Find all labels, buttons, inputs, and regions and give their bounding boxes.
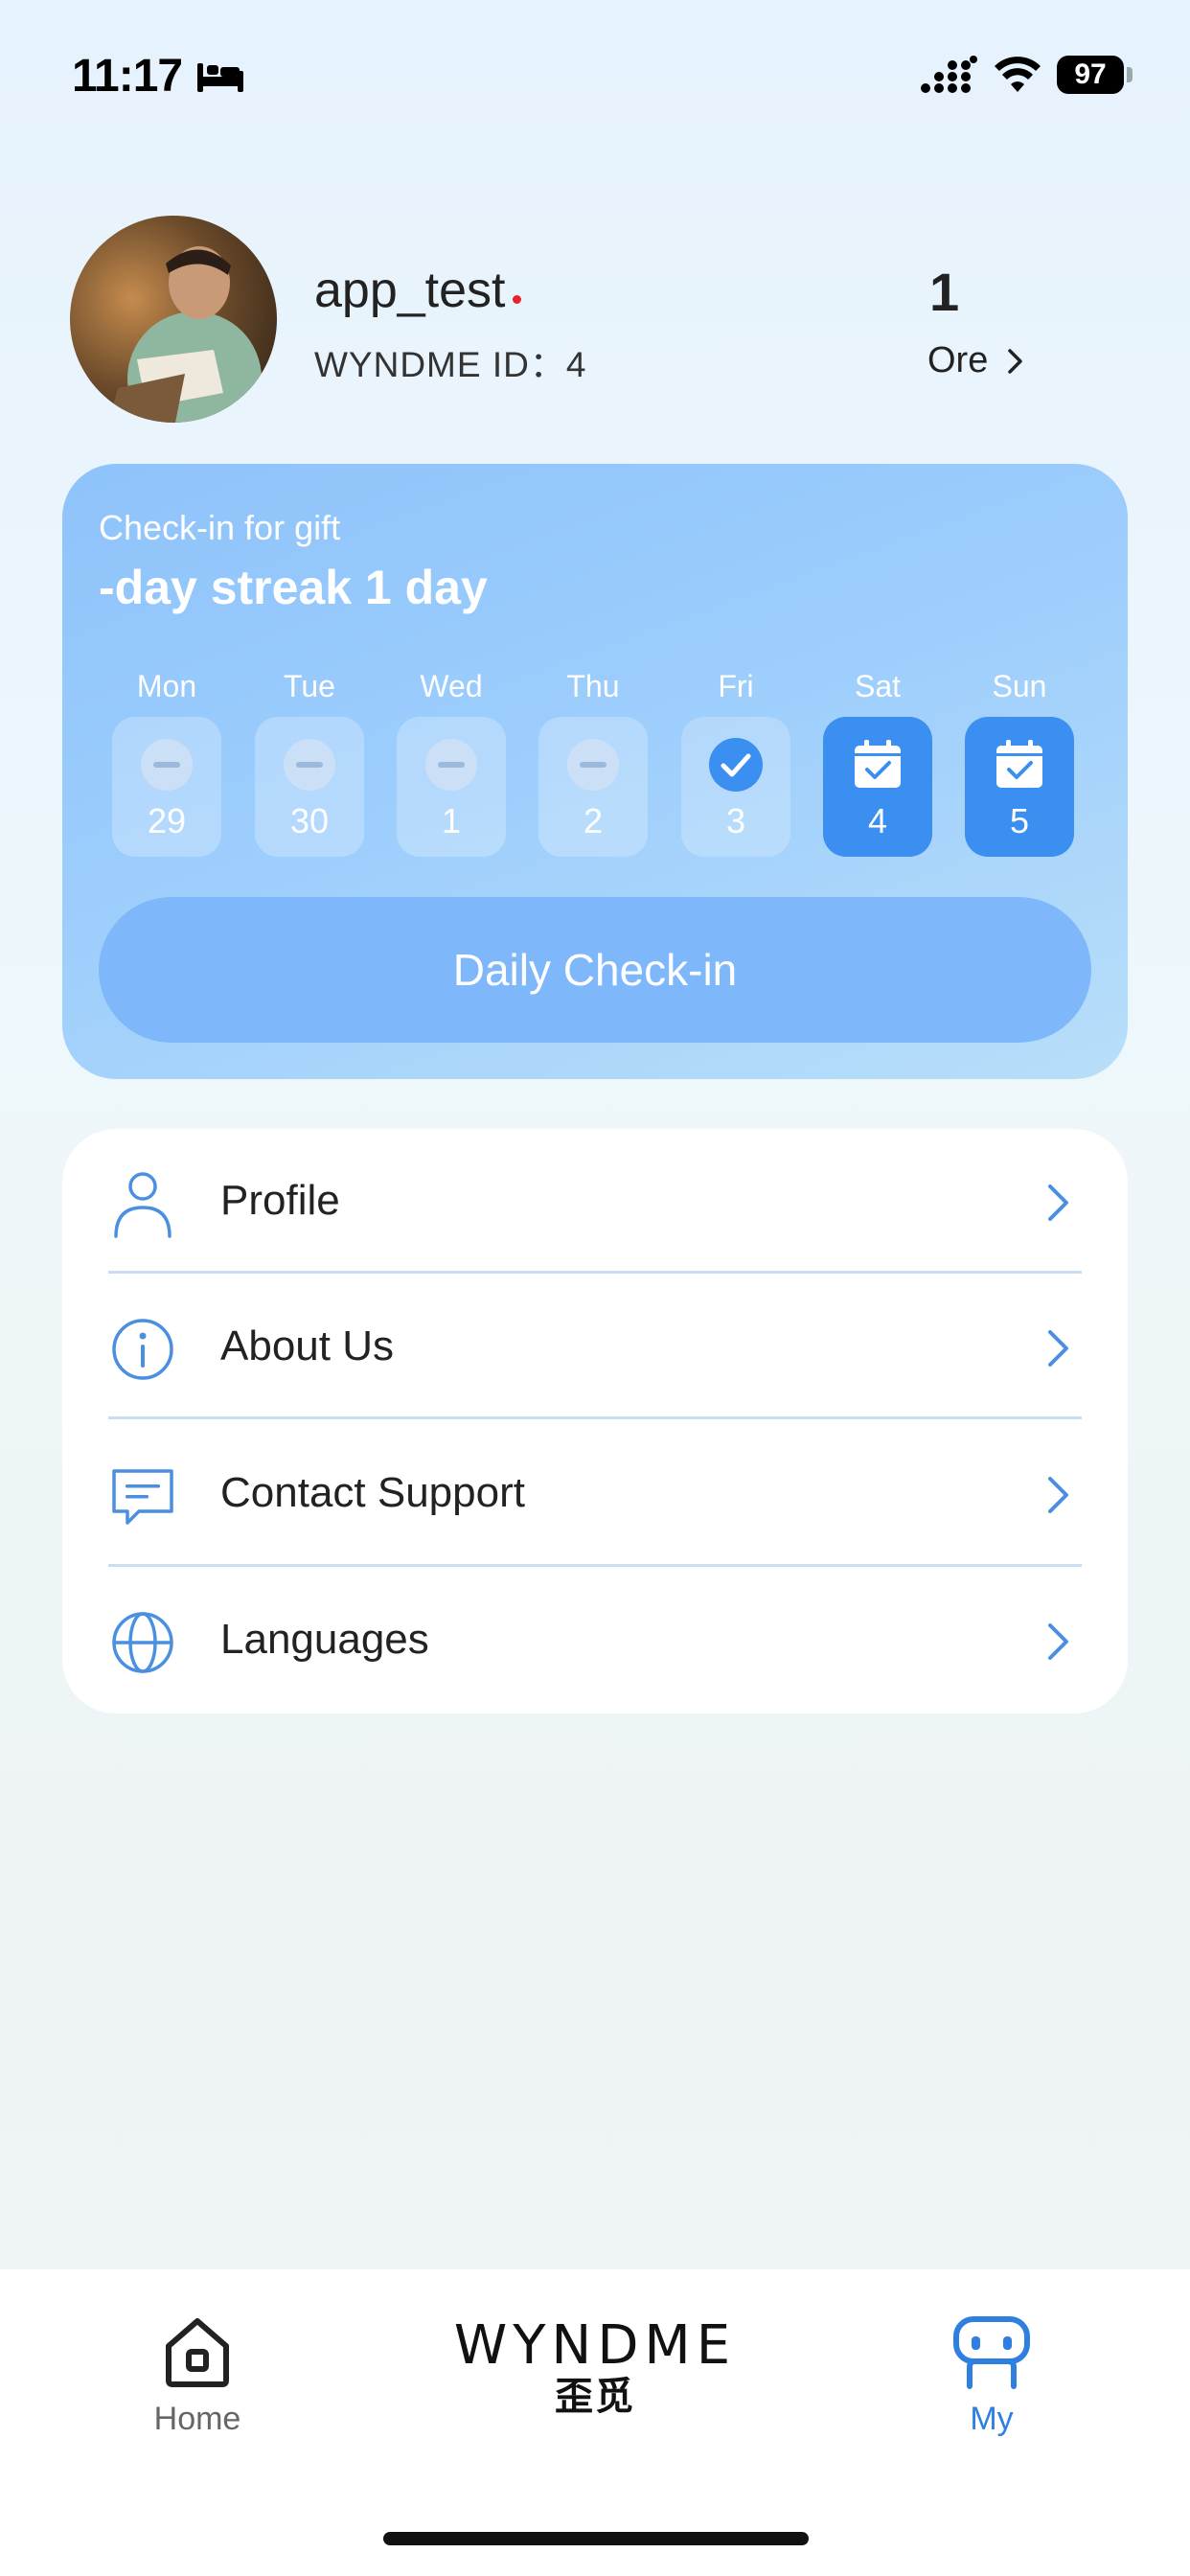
day-name: Mon — [136, 669, 197, 703]
menu-item-label: About Us — [220, 1322, 394, 1369]
globe-icon — [112, 1612, 173, 1673]
day-sun: Sun 5 — [965, 669, 1074, 857]
menu-item-languages[interactable]: Languages — [62, 1568, 1128, 1714]
user-id-label: WYNDME ID： — [314, 345, 566, 384]
day-number: 30 — [289, 801, 330, 840]
sleep-focus-icon — [197, 63, 243, 92]
divider — [108, 1416, 1082, 1419]
day-tue: Tue 30 — [255, 669, 364, 857]
avatar[interactable] — [70, 216, 277, 423]
menu-item-contact-support[interactable]: Contact Support — [62, 1421, 1128, 1567]
missed-icon — [284, 739, 335, 791]
day-mon: Mon 29 — [112, 669, 221, 857]
menu-item-profile[interactable]: Profile — [62, 1129, 1128, 1275]
brand-name: WYNDME — [453, 2314, 737, 2377]
day-tile[interactable]: 3 — [681, 717, 790, 857]
status-time: 11:17 — [72, 51, 183, 102]
nav-my[interactable]: My — [939, 2313, 1044, 2457]
battery-tip — [1127, 67, 1133, 82]
day-name: Fri — [718, 669, 754, 703]
day-tile[interactable]: 30 — [255, 717, 364, 857]
day-number: 2 — [583, 801, 604, 840]
day-name: Sun — [992, 669, 1047, 703]
robot-icon — [953, 2316, 1030, 2389]
day-thu: Thu 2 — [538, 669, 648, 857]
day-tile[interactable]: 4 — [823, 717, 932, 857]
day-name: Tue — [284, 669, 335, 703]
menu-item-about-us[interactable]: About Us — [62, 1275, 1128, 1420]
settings-menu: Profile About Us Contact Support Languag… — [62, 1129, 1128, 1714]
day-tile[interactable]: 1 — [397, 717, 506, 857]
ore-count: 1 — [929, 262, 960, 322]
ore-label: Ore — [927, 340, 989, 380]
daily-checkin-button[interactable]: Daily Check-in — [99, 897, 1091, 1043]
calendar-check-icon — [996, 740, 1042, 788]
day-sat: Sat 4 — [823, 669, 932, 857]
day-name: Sat — [854, 669, 902, 703]
day-number: 5 — [1009, 801, 1030, 840]
day-name: Thu — [566, 669, 620, 703]
nav-home-label: Home — [153, 2401, 241, 2437]
username: app_test — [314, 263, 506, 318]
brand-logo[interactable]: WYNDME 歪觅 — [439, 2317, 751, 2419]
checkin-subtitle: Check-in for gift — [99, 508, 341, 547]
user-id: WYNDME ID：4 — [314, 335, 586, 387]
checkin-card: Check-in for gift -day streak 1 day Mon … — [62, 464, 1128, 1079]
day-wed: Wed 1 — [397, 669, 506, 857]
ore-link[interactable]: Ore — [927, 340, 1024, 381]
home-indicator — [383, 2532, 809, 2545]
day-number: 4 — [867, 801, 888, 840]
missed-icon — [567, 739, 619, 791]
checkmark-circle-icon — [709, 738, 763, 792]
bottom-nav: Home WYNDME 歪觅 My — [0, 2269, 1190, 2576]
checkin-days: Mon 29 Tue 30 Wed 1 Thu 2 Fri 3 Sat 4 Su… — [112, 669, 1078, 857]
chevron-right-icon — [1048, 1184, 1068, 1221]
brand-name-cn: 歪觅 — [555, 2376, 635, 2418]
checkin-streak-title: -day streak 1 day — [99, 561, 488, 614]
chevron-right-icon — [1048, 1330, 1068, 1367]
day-fri: Fri 3 — [681, 669, 790, 857]
day-name: Wed — [420, 669, 483, 703]
status-bar: 11:17 97 — [0, 0, 1190, 144]
day-tile[interactable]: 2 — [538, 717, 648, 857]
missed-icon — [141, 739, 193, 791]
user-id-value: 4 — [565, 345, 587, 384]
notification-dot — [513, 295, 521, 304]
day-number: 1 — [441, 801, 462, 840]
info-icon — [112, 1319, 173, 1380]
menu-item-label: Profile — [220, 1177, 340, 1224]
chevron-right-icon — [1008, 348, 1023, 374]
person-icon — [114, 1172, 172, 1238]
message-icon — [112, 1469, 173, 1525]
chevron-right-icon — [1048, 1623, 1068, 1660]
menu-item-label: Contact Support — [220, 1469, 525, 1516]
nav-my-label: My — [970, 2401, 1014, 2437]
calendar-check-icon — [855, 740, 901, 788]
day-tile[interactable]: 29 — [112, 717, 221, 857]
chevron-right-icon — [1048, 1477, 1068, 1513]
divider — [108, 1564, 1082, 1567]
day-number: 3 — [725, 801, 746, 840]
home-icon — [166, 2318, 229, 2387]
nav-home[interactable]: Home — [144, 2313, 251, 2457]
wifi-icon — [995, 57, 1041, 92]
battery-indicator: 97 — [1057, 56, 1124, 94]
divider — [108, 1271, 1082, 1274]
menu-item-label: Languages — [220, 1616, 429, 1663]
day-tile[interactable]: 5 — [965, 717, 1074, 857]
missed-icon — [425, 739, 477, 791]
cellular-signal-icon — [921, 56, 977, 93]
day-number: 29 — [147, 801, 187, 840]
